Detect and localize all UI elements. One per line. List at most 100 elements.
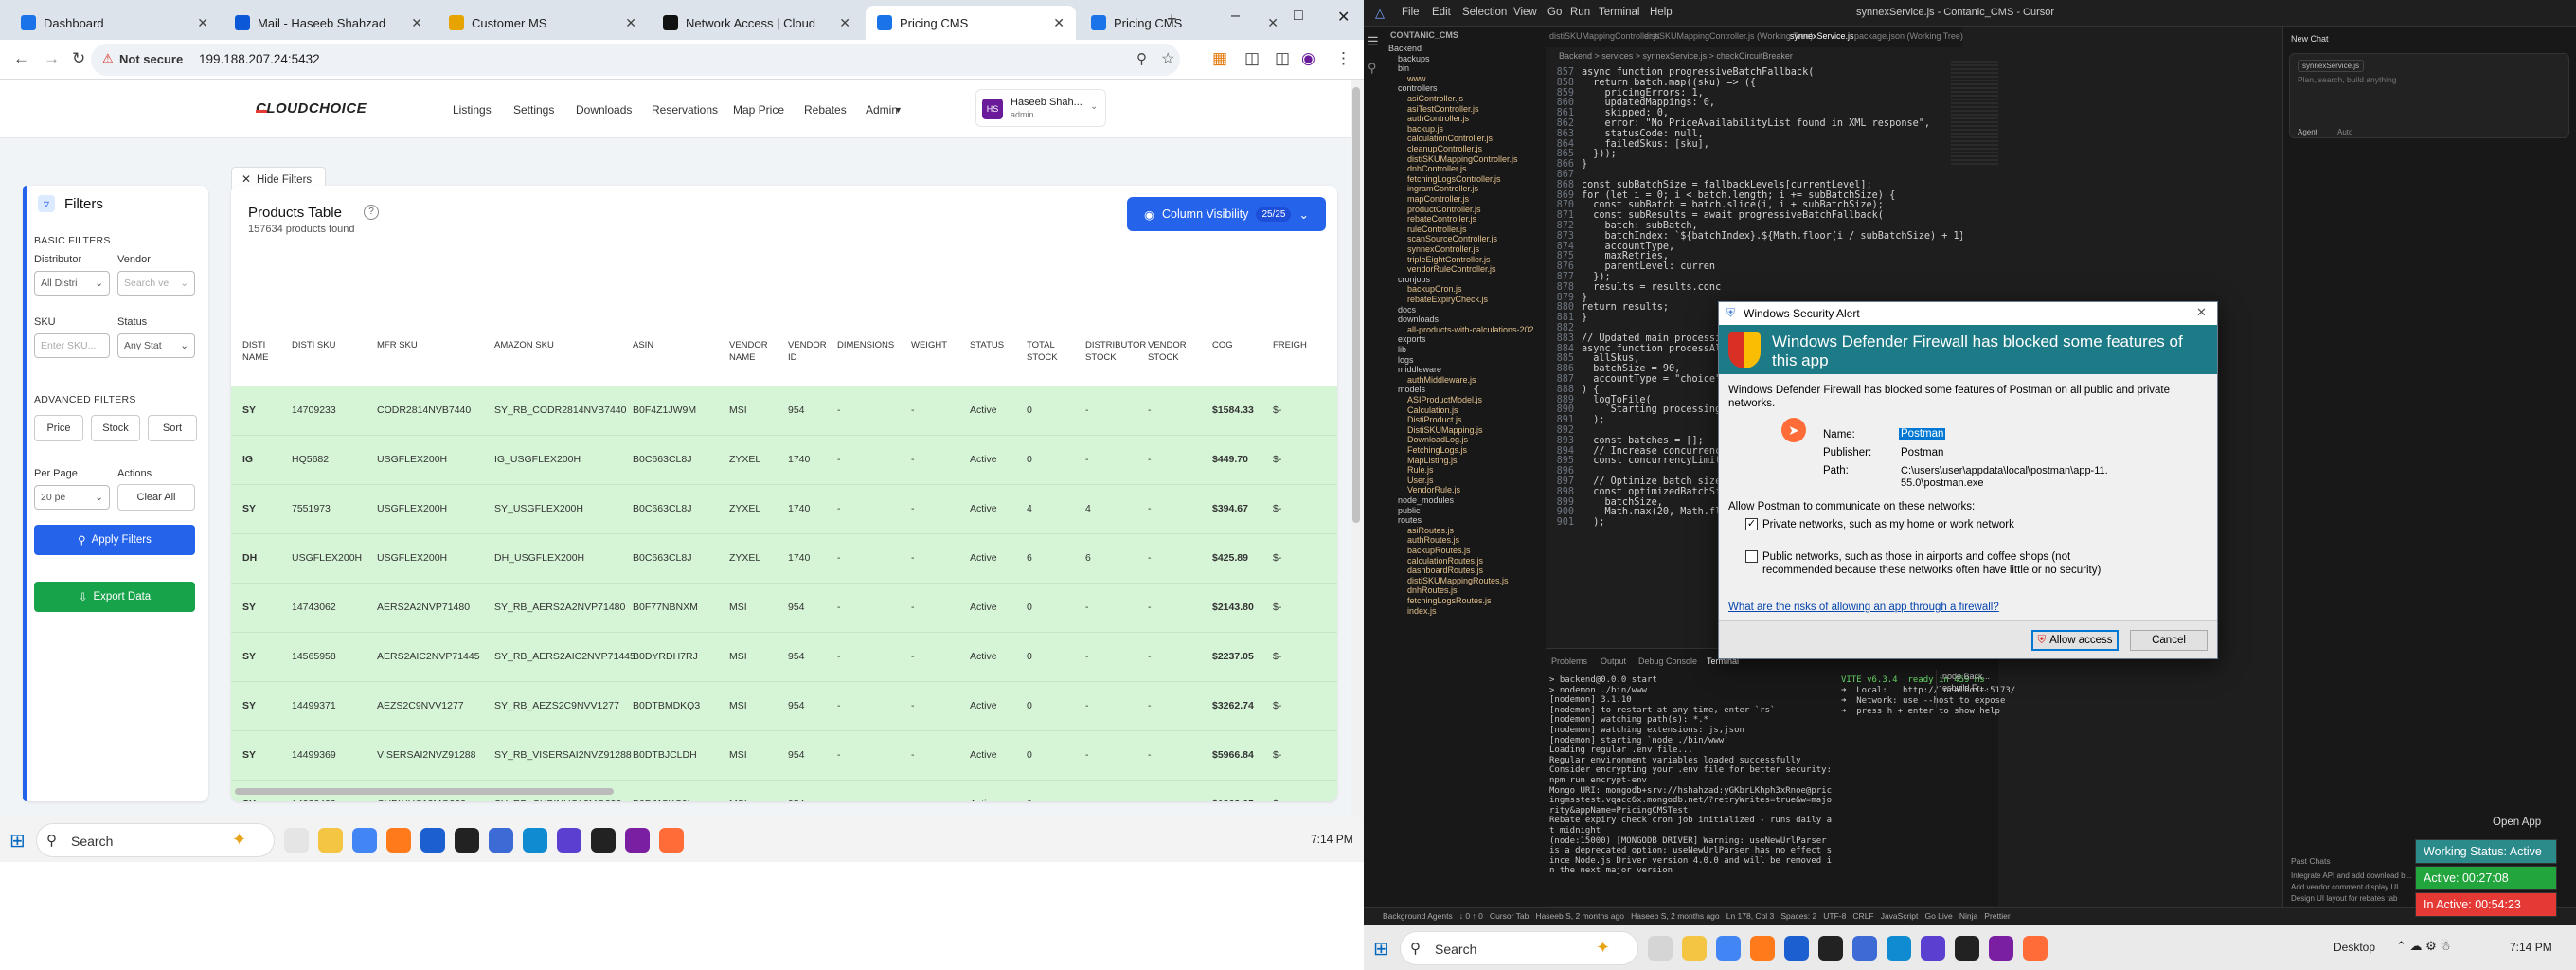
extensions-puzzle-icon[interactable]: ◫: [1244, 49, 1260, 68]
working-status-badge[interactable]: Working Status: Active: [2415, 839, 2557, 864]
per-page-select[interactable]: 20 pe ⌄: [34, 485, 110, 510]
folder-item[interactable]: public: [1398, 506, 1421, 515]
table-row[interactable]: SY 14743062 AERS2A2NVP71480 SY_RB_AERS2A2NV…: [231, 584, 1337, 633]
column-header[interactable]: DISTRIBUTOR STOCK: [1085, 339, 1146, 364]
table-row[interactable]: SY 14499371 AEZS2C9NVV1277 SY_RB_AEZS2C9NVV…: [231, 682, 1337, 731]
folder-item[interactable]: bin: [1398, 63, 1409, 73]
reload-icon[interactable]: ↻: [72, 49, 85, 68]
task-view-icon[interactable]: [1648, 936, 1673, 961]
close-tab-icon[interactable]: ✕: [1053, 15, 1064, 31]
file-item[interactable]: all-products-with-calculations-202: [1407, 325, 1534, 334]
file-item[interactable]: fetchingLogsController.js: [1407, 174, 1501, 184]
column-header[interactable]: COG: [1212, 339, 1233, 351]
ide-menu-item[interactable]: Terminal: [1599, 7, 1639, 18]
file-item[interactable]: fetchingLogsRoutes.js: [1407, 596, 1492, 605]
file-item[interactable]: ASIProductModel.js: [1407, 395, 1482, 404]
nav-rebates[interactable]: Rebates: [804, 103, 847, 117]
nav-downloads[interactable]: Downloads: [576, 103, 632, 117]
past-chat-item[interactable]: Design UI layout for rebates tab: [2291, 894, 2398, 903]
clock[interactable]: 7:14 PM: [1311, 833, 1353, 846]
terminal-frontend[interactable]: VITE v6.3.4 ready in 459 ms ➜ Local: http…: [1841, 675, 2015, 770]
vendor-search-input[interactable]: Search ve ⌄: [117, 271, 195, 296]
extension-icon[interactable]: ▦: [1212, 49, 1227, 68]
url-text[interactable]: 199.188.207.24:5432: [199, 52, 320, 66]
app-icon-3[interactable]: [1852, 936, 1877, 961]
file-item[interactable]: asiController.js: [1407, 94, 1463, 103]
clock[interactable]: 7:14 PM: [2510, 941, 2552, 954]
firefox-icon[interactable]: [1750, 936, 1775, 961]
folder-item[interactable]: backups: [1398, 54, 1430, 63]
stock-sort-button[interactable]: Stock: [91, 415, 140, 441]
app-icon-5[interactable]: [557, 828, 581, 853]
public-checkbox[interactable]: [1745, 550, 1758, 563]
file-item[interactable]: DownloadLog.js: [1407, 435, 1468, 444]
postman-icon[interactable]: [2023, 936, 2048, 961]
status-select[interactable]: Any Stat ⌄: [117, 333, 195, 358]
column-header[interactable]: DISTI SKU: [292, 339, 335, 351]
panel-tab[interactable]: Debug Console: [1638, 656, 1697, 666]
private-checkbox[interactable]: ✓: [1745, 518, 1758, 530]
file-item[interactable]: DistiSKUMapping.js: [1407, 425, 1483, 435]
start-icon[interactable]: ⊞: [9, 829, 26, 853]
file-item[interactable]: www: [1407, 74, 1426, 83]
task-view-icon[interactable]: [284, 828, 309, 853]
folder-item[interactable]: exports: [1398, 334, 1426, 344]
postman-icon[interactable]: [659, 828, 684, 853]
ide-menu-item[interactable]: View: [1513, 7, 1537, 18]
system-tray-icons[interactable]: ⌃ ☁ ⚙ ☃: [2396, 939, 2451, 954]
forward-icon[interactable]: →: [44, 49, 60, 68]
apply-filters-button[interactable]: ⚲ Apply Filters: [34, 525, 195, 555]
table-row[interactable]: DH USGFLEX200H USGFLEX200H DH_USGFLEX200H B0…: [231, 534, 1337, 584]
minimize-icon[interactable]: –: [1231, 8, 1240, 25]
file-item[interactable]: rebateController.js: [1407, 214, 1476, 224]
sku-input[interactable]: Enter SKU...: [34, 333, 110, 358]
panel-tab[interactable]: Problems: [1551, 656, 1587, 666]
file-item[interactable]: ruleController.js: [1407, 225, 1467, 234]
file-item[interactable]: asiTestController.js: [1407, 104, 1479, 114]
zoom-icon[interactable]: ⚲: [1136, 50, 1147, 67]
app-icon-2[interactable]: [1818, 936, 1843, 961]
column-header[interactable]: ASIN: [633, 339, 653, 351]
app-icon-1[interactable]: [1784, 936, 1809, 961]
page-scrollbar[interactable]: [1351, 80, 1362, 817]
column-header[interactable]: DIMENSIONS: [837, 339, 894, 351]
file-item[interactable]: cleanupController.js: [1407, 144, 1482, 153]
file-item[interactable]: productController.js: [1407, 205, 1481, 214]
back-icon[interactable]: ←: [13, 49, 29, 68]
folder-item[interactable]: Backend: [1388, 44, 1422, 53]
file-item[interactable]: scanSourceController.js: [1407, 234, 1497, 243]
file-item[interactable]: dnhController.js: [1407, 164, 1467, 173]
nav-listings[interactable]: Listings: [453, 103, 492, 117]
column-header[interactable]: WEIGHT: [911, 339, 947, 351]
close-tab-icon[interactable]: ✕: [839, 15, 850, 31]
active-time-badge[interactable]: Active: 00:27:08: [2415, 866, 2557, 890]
past-chat-item[interactable]: Integrate API and add download b...: [2291, 871, 2411, 880]
onenote-icon[interactable]: [625, 828, 650, 853]
file-item[interactable]: asiRoutes.js: [1407, 526, 1454, 535]
app-icon-1[interactable]: [420, 828, 445, 853]
folder-item[interactable]: cronjobs: [1398, 275, 1430, 284]
file-item[interactable]: FetchingLogs.js: [1407, 445, 1467, 455]
ide-menu-item[interactable]: File: [1402, 7, 1420, 18]
folder-item[interactable]: controllers: [1398, 83, 1438, 93]
browser-tab[interactable]: Dashboard ✕: [9, 6, 220, 40]
file-item[interactable]: MapListing.js: [1407, 456, 1458, 465]
app-icon-6[interactable]: [1955, 936, 1979, 961]
page-scrollbar-thumb[interactable]: [1352, 87, 1360, 523]
file-item[interactable]: authMiddleware.js: [1407, 375, 1476, 385]
ide-menu-item[interactable]: Selection: [1462, 7, 1507, 18]
file-item[interactable]: backup.js: [1407, 124, 1443, 134]
cancel-button[interactable]: Cancel: [2130, 630, 2208, 651]
folder-item[interactable]: downloads: [1398, 314, 1439, 324]
distributor-select[interactable]: All Distri ⌄: [34, 271, 110, 296]
folder-item[interactable]: node_modules: [1398, 495, 1454, 505]
admin-chevron-icon[interactable]: ▼: [894, 105, 903, 115]
chat-context-file[interactable]: synnexService.js: [2298, 60, 2365, 72]
column-header[interactable]: AMAZON SKU: [494, 339, 554, 351]
table-row[interactable]: IG HQ5682 USGFLEX200H IG_USGFLEX200H B0C663C…: [231, 436, 1337, 485]
search-icon[interactable]: ⚲: [1368, 61, 1377, 76]
file-item[interactable]: authController.js: [1407, 114, 1469, 123]
nav-map-price[interactable]: Map Price: [733, 103, 784, 117]
close-window-icon[interactable]: ✕: [1337, 8, 1350, 27]
folder-item[interactable]: docs: [1398, 305, 1416, 314]
